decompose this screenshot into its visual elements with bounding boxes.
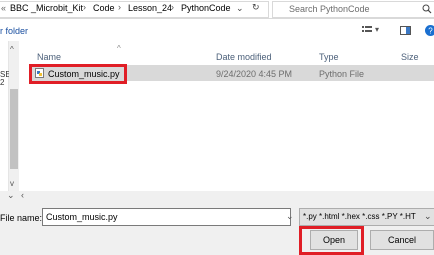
breadcrumb-separator-icon: › (118, 2, 121, 12)
file-name-dropdown-icon[interactable]: ⌄ (286, 211, 294, 222)
vertical-scroll-thumb[interactable] (10, 89, 18, 169)
svg-text:?: ? (428, 27, 433, 36)
scroll-left-icon[interactable]: ‹ (21, 190, 24, 200)
file-type-filter-value: *.py *.html *.hex *.css *.PY *.HT (303, 212, 416, 221)
search-input[interactable]: Search PythonCode (272, 1, 434, 18)
preview-pane-icon[interactable] (400, 26, 411, 35)
view-dropdown-icon[interactable]: ▾ (375, 25, 379, 34)
search-placeholder: Search PythonCode (289, 4, 370, 14)
column-header-size[interactable]: Size (401, 52, 419, 62)
filter-dropdown-icon[interactable]: ⌄ (424, 211, 432, 222)
new-folder-button[interactable]: r folder (0, 26, 28, 36)
scroll-up-icon[interactable]: ^ (10, 45, 14, 54)
breadcrumb-item[interactable]: Lesson_24 (128, 3, 172, 13)
file-name-cell[interactable]: Custom_music.py (48, 69, 120, 79)
column-header-type[interactable]: Type (319, 52, 339, 62)
horizontal-scrollbar[interactable]: ⌄ ‹ (7, 190, 434, 201)
help-icon[interactable]: ? (425, 25, 434, 36)
breadcrumb-item[interactable]: PythonCode (181, 3, 231, 13)
address-dropdown-icon[interactable]: ⌄ (236, 3, 244, 14)
breadcrumb-overflow-icon[interactable]: « (1, 3, 6, 13)
sort-indicator-icon: ^ (117, 44, 121, 53)
breadcrumb-item[interactable]: Code (93, 3, 115, 13)
scroll-down-icon[interactable]: v (10, 179, 14, 188)
file-name-input[interactable]: Custom_music.py (42, 208, 291, 226)
file-name-label: File name: (0, 213, 43, 223)
column-header-date-modified[interactable]: Date modified (216, 52, 272, 62)
cancel-button[interactable]: Cancel (370, 230, 434, 250)
vertical-scrollbar[interactable]: ^ v (9, 41, 19, 191)
file-date-cell: 9/24/2020 4:45 PM (216, 69, 293, 79)
column-header-name[interactable]: Name (37, 52, 61, 62)
breadcrumb-item[interactable]: BBC _Microbit_Kit (10, 3, 83, 13)
search-icon[interactable] (422, 4, 432, 14)
python-file-icon (35, 68, 44, 78)
file-type-filter[interactable]: *.py *.html *.hex *.css *.PY *.HT (299, 208, 434, 226)
navigation-pane[interactable]: SE 2 (0, 41, 11, 191)
file-name-value: Custom_music.py (46, 212, 118, 222)
refresh-icon[interactable]: ↻ (252, 2, 260, 13)
nav-item-fragment[interactable]: 2 (0, 78, 4, 87)
highlight-box-open (299, 226, 364, 255)
scroll-down-arrow-icon[interactable]: ⌄ (7, 190, 15, 201)
breadcrumb-separator-icon: › (171, 2, 174, 12)
breadcrumb-separator-icon: › (83, 2, 86, 12)
view-options-icon[interactable] (362, 26, 372, 35)
file-type-cell: Python File (319, 69, 365, 79)
